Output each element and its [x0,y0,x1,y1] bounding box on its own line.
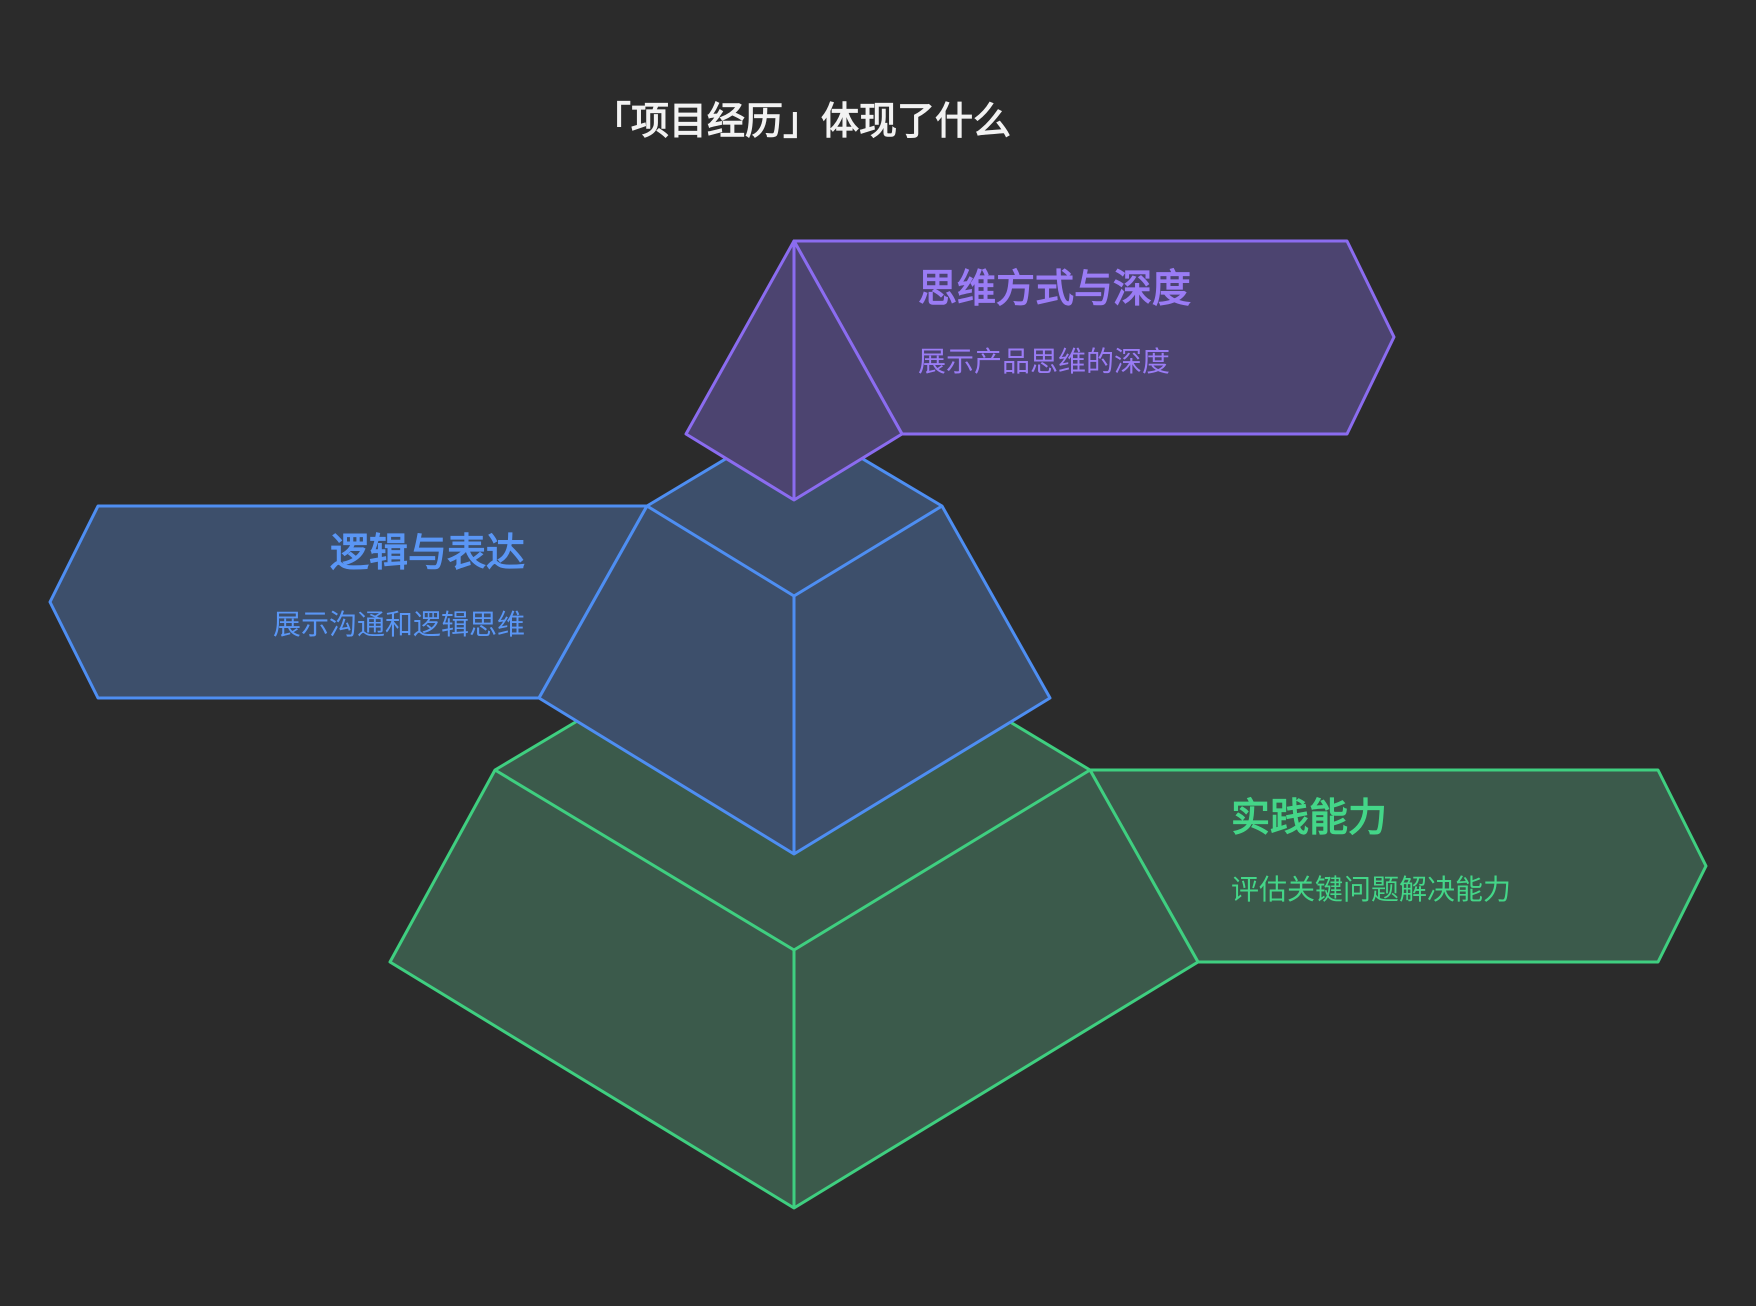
tier-top-description: 展示产品思维的深度 [918,345,1170,378]
diagram-title: 「项目经历」体现了什么 [593,99,1011,143]
pyramid-diagram: 「项目经历」体现了什么 实践能力 评估关键问题解决能力 逻辑与表达 展示沟通和逻… [48,99,1708,1210]
tier-middle-description: 展示沟通和逻辑思维 [273,608,525,641]
tier-bottom-title: 实践能力 [1231,796,1387,841]
tier-middle-title: 逻辑与表达 [330,531,525,576]
tier-top-title: 思维方式与深度 [918,267,1191,312]
tier-bottom-description: 评估关键问题解决能力 [1231,873,1511,906]
tier-top: 思维方式与深度 展示产品思维的深度 [684,239,1396,502]
